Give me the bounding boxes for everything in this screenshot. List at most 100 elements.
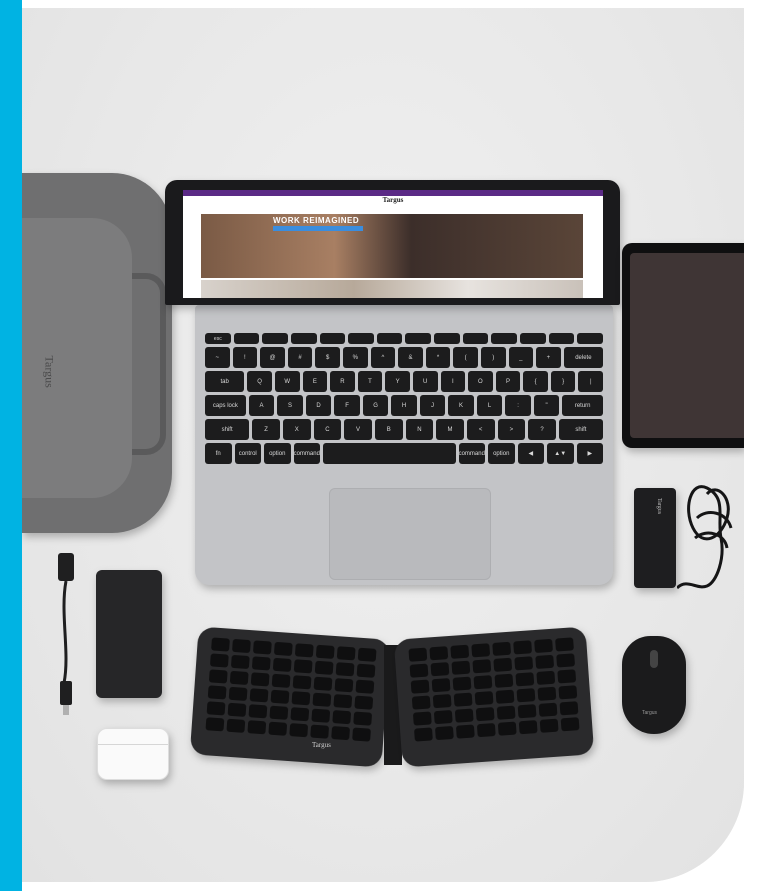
keyboard-key: H [391,395,417,416]
docking-hub [96,570,162,698]
folding-keyboard-key [493,657,513,672]
folding-keyboard-key [268,721,288,736]
folding-keyboard-key [471,643,491,658]
folding-keyboard-key [474,691,494,706]
folding-keyboard-key [272,657,292,672]
folding-keyboard-key [455,724,475,739]
folding-keyboard-key [539,718,559,733]
folding-keyboard-key [314,660,334,675]
keyboard-key: ▶ [576,443,603,464]
folding-keyboard-key [496,705,516,720]
folding-keyboard-key [450,644,470,659]
keyboard-key: ( [453,347,478,368]
folding-keyboard-key [537,686,557,701]
folding-keyboard-key [555,637,574,652]
folding-keyboard-key [209,653,229,668]
keyboard-key [262,333,288,344]
folding-keyboard-key [494,673,514,688]
keyboard-key: A [248,395,275,416]
keyboard-key [319,333,346,344]
folding-keyboard-key [410,679,430,694]
keyboard-key: C [313,419,342,440]
folding-keyboard-key [454,708,474,723]
power-cable-coil [677,485,733,590]
folding-keyboard-key [249,688,269,703]
folding-keyboard-key [290,707,310,722]
keyboard-key: shift [205,419,250,440]
keyboard-key [323,443,456,464]
folding-keyboard-left-half [189,626,391,768]
folding-keyboard-key [513,640,533,655]
keyboard-key [405,333,432,344]
folding-keyboard-key [429,646,449,661]
screen-hero-image [201,214,583,278]
keyboard-key: ? [528,419,556,440]
keyboard-row: caps lock A S D F G H J K L: " return [205,395,604,416]
usb-c-adapter [58,553,74,715]
keyboard-key [233,333,260,344]
keyboard-key: J [419,395,446,416]
keyboard-key [491,333,518,344]
backpack-logo: Targus [42,355,57,388]
keyboard-key: delete [563,347,604,368]
keyboard-key: F [334,395,360,416]
folding-keyboard-key [515,672,535,687]
keyboard-row: esc [205,333,603,344]
keyboard-key: option [488,443,515,464]
folding-keyboard-key [557,669,577,684]
keyboard-key: ) [480,347,506,368]
folding-keyboard-key [270,689,290,704]
keyboard-row: shift Z X C V B N M < >? shift [205,419,604,440]
keyboard-key [290,333,317,344]
folding-keyboard-key [357,647,377,662]
folding-keyboard-right-half [393,626,595,768]
folding-keyboard-key [556,653,576,668]
keyboard-key [520,333,546,344]
folding-keyboard-key [226,718,246,733]
folding-keyboard-key [560,717,580,732]
backpack: Targus [22,173,172,533]
folding-keyboard-key [434,725,454,741]
keyboard-key: > [497,419,526,440]
folding-keyboard-key [230,654,250,670]
folding-keyboard-key [430,662,450,677]
folding-keyboard-key [311,708,331,723]
folding-keyboard-key [354,695,374,710]
keyboard-key: _ [508,347,534,368]
folding-keyboard-key [208,669,228,684]
folding-keyboard-key [536,670,556,685]
screen-brand: Targus [382,196,404,204]
keyboard-key: O [468,371,493,392]
folding-keyboard-key [206,701,226,716]
folding-keyboard-key [518,720,538,735]
keyboard-key: $ [315,347,340,368]
folding-keyboard-key [291,691,311,706]
keyboard-key: < [466,419,495,440]
folding-keyboard-key [334,678,354,693]
keyboard-key: return [562,395,604,416]
keyboard-key [462,333,489,344]
folding-keyboard-key [497,721,517,736]
power-adapter-logo: Targus [656,498,662,515]
folding-keyboard-key [229,670,249,686]
keyboard-key: } [550,371,576,392]
folding-keyboard-key [352,727,371,742]
tablet-display [630,253,744,438]
folding-keyboard-key [495,689,515,704]
folding-keyboard-key [313,676,333,691]
screen-image-strip [201,280,583,298]
laptop-trackpad [329,488,491,580]
accent-stripe [0,0,22,891]
folding-keyboard-key [453,692,473,707]
keyboard-key: S [277,395,303,416]
wireless-mouse: Targus [622,636,686,734]
folding-keyboard-key [475,707,495,722]
keyboard-key: command [458,443,485,464]
folding-keyboard-key [207,685,227,700]
keyboard-key: D [305,395,332,416]
keyboard-key: W [274,371,300,392]
backpack-front-pocket [22,218,132,498]
folding-keyboard-key [472,659,492,674]
folding-keyboard-key [355,679,375,694]
folding-keyboard-key [534,638,553,654]
